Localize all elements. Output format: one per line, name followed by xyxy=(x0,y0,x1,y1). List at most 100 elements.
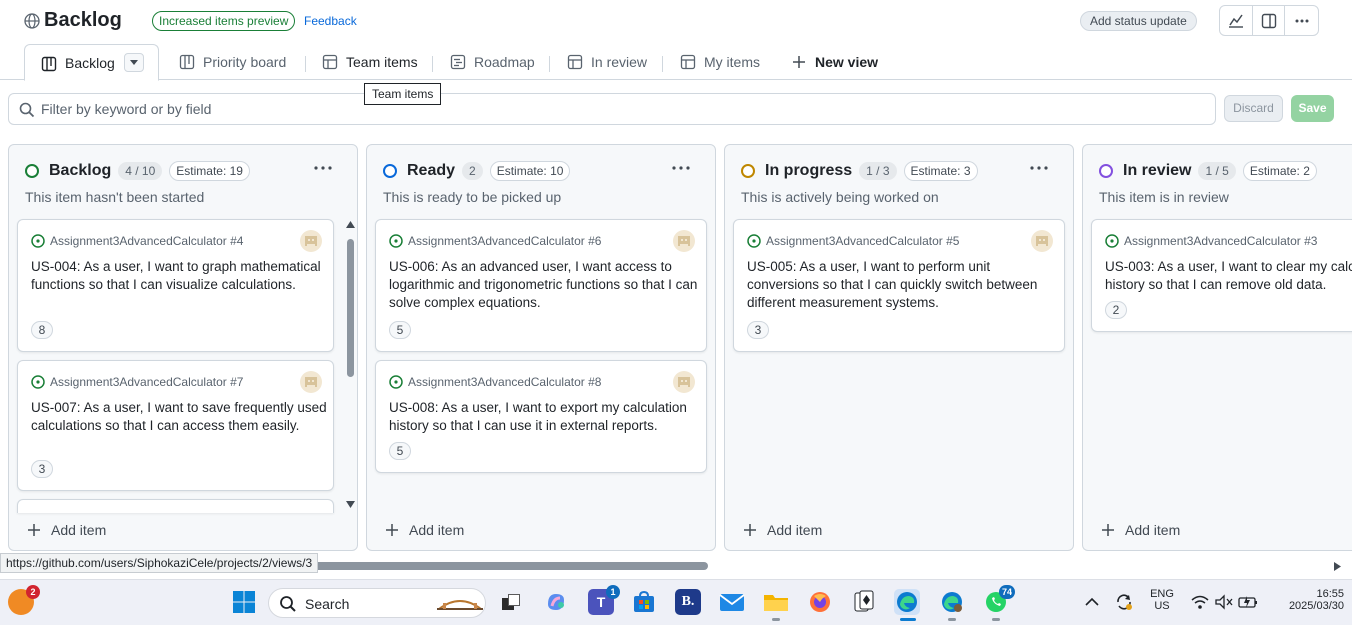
tab-priority-board[interactable]: Priority board xyxy=(179,54,286,70)
scroll-thumb[interactable] xyxy=(310,562,708,570)
edge-profile-icon[interactable] xyxy=(939,589,965,615)
running-indicator xyxy=(948,618,956,621)
bold-app-icon[interactable]: B. xyxy=(675,589,701,615)
tab-in-review[interactable]: In review xyxy=(567,54,647,70)
task-view-icon[interactable] xyxy=(498,589,524,615)
solitaire-icon[interactable] xyxy=(851,589,877,615)
item-card[interactable]: Assignment3AdvancedCalculator #8 US-008:… xyxy=(375,360,707,473)
tab-backlog[interactable]: Backlog xyxy=(24,44,159,81)
tab-team-items[interactable]: Team items xyxy=(322,54,418,70)
kebab-icon xyxy=(1295,19,1309,22)
avatar[interactable] xyxy=(673,230,695,252)
wifi-icon[interactable] xyxy=(1190,594,1210,610)
whatsapp-icon[interactable]: 74 xyxy=(983,585,1015,615)
mail-icon[interactable] xyxy=(719,589,745,615)
add-item-button[interactable]: Add item xyxy=(27,522,106,538)
language-primary: ENG xyxy=(1150,588,1174,600)
item-card[interactable]: Assignment3AdvancedCalculator #7 US-007:… xyxy=(17,360,334,491)
avatar[interactable] xyxy=(300,230,322,252)
item-card[interactable]: Assignment3AdvancedCalculator #3 US-003:… xyxy=(1091,219,1352,332)
side-panel-button[interactable] xyxy=(1253,6,1286,35)
column-menu-icon[interactable] xyxy=(1029,163,1049,173)
chevron-up-icon[interactable] xyxy=(1085,597,1099,607)
save-button[interactable]: Save xyxy=(1291,95,1334,122)
file-explorer-icon[interactable] xyxy=(763,589,789,615)
add-item-button[interactable]: Add item xyxy=(1101,522,1180,538)
microsoft-store-icon[interactable] xyxy=(631,589,657,615)
harbour-bridge-icon xyxy=(437,600,483,610)
card-reference: Assignment3AdvancedCalculator #4 xyxy=(31,234,243,248)
edge-browser-icon[interactable] xyxy=(894,589,920,615)
more-options-button[interactable] xyxy=(1285,6,1318,35)
weather-widget-icon[interactable]: 2 xyxy=(8,585,40,615)
issue-open-icon xyxy=(31,234,45,248)
insights-button[interactable] xyxy=(1220,6,1253,35)
copilot-icon[interactable] xyxy=(543,589,569,615)
avatar[interactable] xyxy=(300,371,322,393)
system-clock[interactable]: 16:55 2025/03/30 xyxy=(1268,588,1344,612)
os-taskbar: 2 Search T 1 B. 74 ENG US 16:55 2025/03/… xyxy=(0,579,1352,625)
scroll-down-icon[interactable] xyxy=(346,501,355,508)
plus-icon xyxy=(386,524,398,536)
search-icon xyxy=(19,102,35,118)
item-card[interactable]: Assignment3AdvancedCalculator #4 US-004:… xyxy=(17,219,334,352)
battery-icon[interactable] xyxy=(1238,594,1258,610)
clock-time: 16:55 xyxy=(1316,588,1344,600)
page-title: Backlog xyxy=(44,9,122,31)
feedback-link[interactable]: Feedback xyxy=(304,14,357,28)
add-item-button[interactable]: Add item xyxy=(385,522,464,538)
card-estimate: 3 xyxy=(747,321,769,339)
column-scrollbar[interactable] xyxy=(345,219,355,513)
view-options-dropdown[interactable] xyxy=(124,53,144,72)
table-icon xyxy=(567,54,583,70)
taskbar-search-box[interactable]: Search xyxy=(268,588,486,618)
avatar[interactable] xyxy=(673,371,695,393)
teams-icon[interactable]: T 1 xyxy=(588,585,620,615)
item-card[interactable]: Assignment3AdvancedCalculator #5 US-005:… xyxy=(733,219,1065,352)
tab-my-items[interactable]: My items xyxy=(680,54,760,70)
tab-label: My items xyxy=(704,54,760,70)
card-title[interactable]: US-004: As a user, I want to graph mathe… xyxy=(31,258,327,294)
scroll-up-icon[interactable] xyxy=(346,221,355,228)
card-title[interactable]: US-003: As a user, I want to clear my ca… xyxy=(1105,258,1352,294)
add-status-update-button[interactable]: Add status update xyxy=(1080,11,1197,31)
firefox-icon[interactable] xyxy=(807,589,833,615)
column-menu-icon[interactable] xyxy=(313,163,333,173)
card-estimate: 5 xyxy=(389,442,411,460)
column-in-progress: In progress 1 / 3 Estimate: 3 This is ac… xyxy=(724,144,1074,551)
add-item-label: Add item xyxy=(409,522,465,538)
tab-roadmap[interactable]: Roadmap xyxy=(450,54,535,70)
tab-label: New view xyxy=(815,54,879,70)
card-ref-text: Assignment3AdvancedCalculator #7 xyxy=(50,375,244,389)
card-title[interactable]: US-005: As a user, I want to perform uni… xyxy=(747,258,1057,312)
volume-muted-icon[interactable] xyxy=(1214,594,1234,610)
item-card-partial[interactable] xyxy=(17,499,334,513)
sync-icon[interactable] xyxy=(1114,592,1134,612)
clock-date: 2025/03/30 xyxy=(1288,600,1344,612)
card-title[interactable]: US-006: As an advanced user, I want acce… xyxy=(389,258,699,312)
language-indicator[interactable]: ENG US xyxy=(1146,588,1178,612)
add-item-button[interactable]: Add item xyxy=(743,522,822,538)
column-description: This item is in review xyxy=(1099,189,1229,205)
scroll-thumb[interactable] xyxy=(347,239,354,377)
sidebar-icon xyxy=(1261,13,1276,28)
tab-divider xyxy=(662,56,663,72)
card-title[interactable]: US-007: As a user, I want to save freque… xyxy=(31,399,327,435)
discard-button[interactable]: Discard xyxy=(1224,95,1283,122)
item-counter: 1 / 5 xyxy=(1198,162,1236,180)
card-estimate: 2 xyxy=(1105,301,1127,319)
card-title[interactable]: US-008: As a user, I want to export my c… xyxy=(389,399,699,435)
running-indicator xyxy=(992,618,1000,621)
filter-input[interactable] xyxy=(41,99,941,119)
preview-badge[interactable]: Increased items preview xyxy=(152,11,296,31)
item-counter: 4 / 10 xyxy=(118,162,163,180)
new-view-button[interactable]: New view xyxy=(791,54,878,70)
item-card[interactable]: Assignment3AdvancedCalculator #6 US-006:… xyxy=(375,219,707,352)
column-menu-icon[interactable] xyxy=(671,163,691,173)
tab-divider xyxy=(549,56,550,72)
scroll-right-icon[interactable] xyxy=(1334,562,1341,571)
windows-start-icon[interactable] xyxy=(231,589,257,615)
column-title: In review xyxy=(1123,162,1192,179)
avatar[interactable] xyxy=(1031,230,1053,252)
column-title: Ready xyxy=(407,162,456,179)
